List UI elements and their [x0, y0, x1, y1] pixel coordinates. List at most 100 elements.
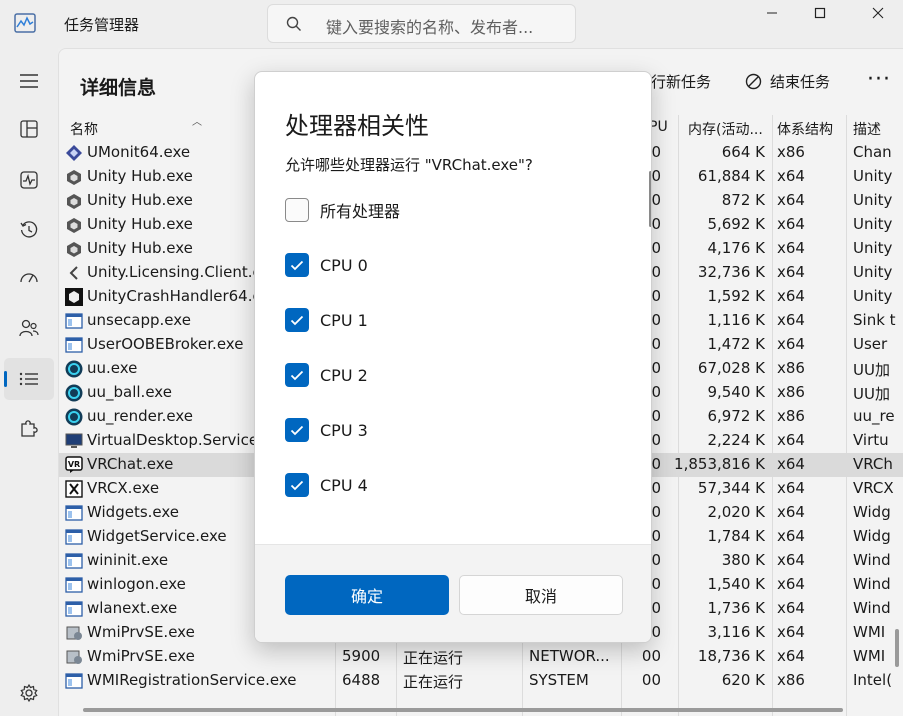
dialog-scrollbar[interactable] [649, 171, 651, 227]
close-icon [872, 7, 884, 19]
ok-button[interactable]: 确定 [285, 575, 449, 615]
memory-cell: 1,853,816 K [674, 455, 765, 473]
description-cell: Virtu [853, 431, 889, 449]
settings-gear-icon [20, 683, 38, 703]
description-cell: Unity [853, 191, 893, 209]
all-processors-option[interactable]: 所有处理器 [285, 198, 400, 222]
description-cell: Unity [853, 167, 893, 185]
run-new-task-button[interactable]: 行新任务 [651, 71, 711, 92]
monitor-icon [65, 144, 83, 162]
architecture-cell: x86 [777, 383, 805, 401]
checkbox-checked[interactable] [285, 363, 309, 387]
col-header-architecture[interactable]: 体系结构 [777, 119, 833, 139]
architecture-cell: x86 [777, 407, 805, 425]
dialog-footer: 确定 取消 [255, 544, 651, 642]
cpu-cell: 00 [641, 671, 661, 689]
unity-icon [65, 168, 83, 186]
nav-app-history[interactable] [4, 209, 54, 251]
more-options-icon: ··· [867, 67, 891, 92]
architecture-cell: x64 [777, 335, 805, 353]
nav-startup-apps[interactable] [4, 257, 54, 299]
maximize-icon [814, 7, 826, 19]
startup-gauge-icon [20, 273, 38, 283]
svg-text:VR: VR [68, 460, 80, 469]
more-options-button[interactable]: ··· [867, 69, 891, 91]
description-cell: Unity [853, 215, 893, 233]
memory-cell: 57,344 K [697, 479, 765, 497]
col-header-memory[interactable]: 内存(活动... [688, 119, 763, 139]
option-label: CPU 3 [320, 420, 368, 440]
search-placeholder: 键入要搜索的名称、发布者... [326, 18, 534, 37]
col-header-cpu[interactable]: PU [649, 119, 669, 135]
option-label: 所有处理器 [320, 202, 401, 221]
search-box[interactable]: 键入要搜索的名称、发布者... [267, 4, 576, 43]
table-row[interactable]: WmiPrvSE.exe 5900 正在运行 NETWOR... 00 18,736 K x… [59, 645, 903, 669]
nav-details[interactable] [4, 358, 54, 400]
description-cell: Widg [853, 503, 891, 521]
cpu-option[interactable]: CPU 4 [285, 473, 368, 497]
memory-cell: 5,692 K [707, 215, 765, 233]
architecture-cell: x86 [777, 671, 805, 689]
nav-performance[interactable] [4, 159, 54, 201]
minimize-button[interactable] [749, 0, 795, 26]
table-row[interactable]: WMIRegistrationService.exe 6488 正在运行 SYSTEM… [59, 669, 903, 693]
nav-processes[interactable] [4, 108, 54, 150]
checkmark-icon [290, 425, 304, 435]
memory-cell: 1,736 K [707, 599, 765, 617]
minimize-icon [767, 12, 777, 14]
description-cell: User [853, 335, 888, 353]
cpu-option[interactable]: CPU 1 [285, 308, 368, 332]
col-header-description[interactable]: 描述 [853, 119, 881, 139]
cancel-button[interactable]: 取消 [459, 575, 623, 615]
window-icon [65, 672, 83, 690]
cpu-cell: 00 [641, 647, 661, 665]
end-task-button[interactable]: 结束任务 [745, 71, 830, 92]
memory-cell: 2,224 K [707, 431, 765, 449]
nav-settings[interactable] [4, 672, 54, 714]
users-icon [19, 319, 39, 337]
desktop-icon [65, 432, 83, 450]
architecture-cell: x64 [777, 239, 805, 257]
maximize-button[interactable] [797, 0, 843, 26]
vertical-scrollbar[interactable] [895, 629, 899, 667]
cpu-option[interactable]: CPU 2 [285, 363, 368, 387]
checkbox-checked[interactable] [285, 253, 309, 277]
description-cell: UU加 [853, 361, 890, 379]
cpu-option[interactable]: CPU 0 [285, 253, 368, 277]
username-cell: SYSTEM [529, 671, 589, 689]
horizontal-scrollbar[interactable] [83, 708, 843, 712]
checkbox-unchecked[interactable] [285, 198, 309, 222]
close-button[interactable] [855, 0, 901, 26]
hamburger-menu-button[interactable] [4, 60, 54, 102]
memory-cell: 18,736 K [697, 647, 765, 665]
cpu-option[interactable]: CPU 3 [285, 418, 368, 442]
memory-cell: 1,592 K [707, 287, 765, 305]
nav-services[interactable] [4, 407, 54, 449]
window-icon [65, 528, 83, 546]
architecture-cell: x86 [777, 143, 805, 161]
hamburger-icon [20, 74, 38, 88]
checkbox-checked[interactable] [285, 473, 309, 497]
memory-cell: 380 K [721, 551, 765, 569]
architecture-cell: x64 [777, 551, 805, 569]
memory-cell: 67,028 K [697, 359, 765, 377]
description-cell: Intel( [853, 671, 893, 689]
title-bar: 任务管理器 键入要搜索的名称、发布者... [0, 0, 903, 48]
window-icon [65, 600, 83, 618]
unity-icon [65, 216, 83, 234]
services-puzzle-icon [21, 420, 38, 437]
checkbox-checked[interactable] [285, 308, 309, 332]
memory-cell: 1,116 K [707, 311, 765, 329]
description-cell: Unity [853, 287, 893, 305]
architecture-cell: x64 [777, 647, 805, 665]
architecture-cell: x64 [777, 191, 805, 209]
col-header-name[interactable]: 名称 [70, 119, 98, 139]
uu-icon [65, 360, 83, 378]
architecture-cell: x86 [777, 359, 805, 377]
checkbox-checked[interactable] [285, 418, 309, 442]
uu-icon [65, 408, 83, 426]
memory-cell: 9,540 K [707, 383, 765, 401]
nav-users[interactable] [4, 307, 54, 349]
description-cell: VRCX [853, 479, 894, 497]
architecture-cell: x64 [777, 623, 805, 641]
